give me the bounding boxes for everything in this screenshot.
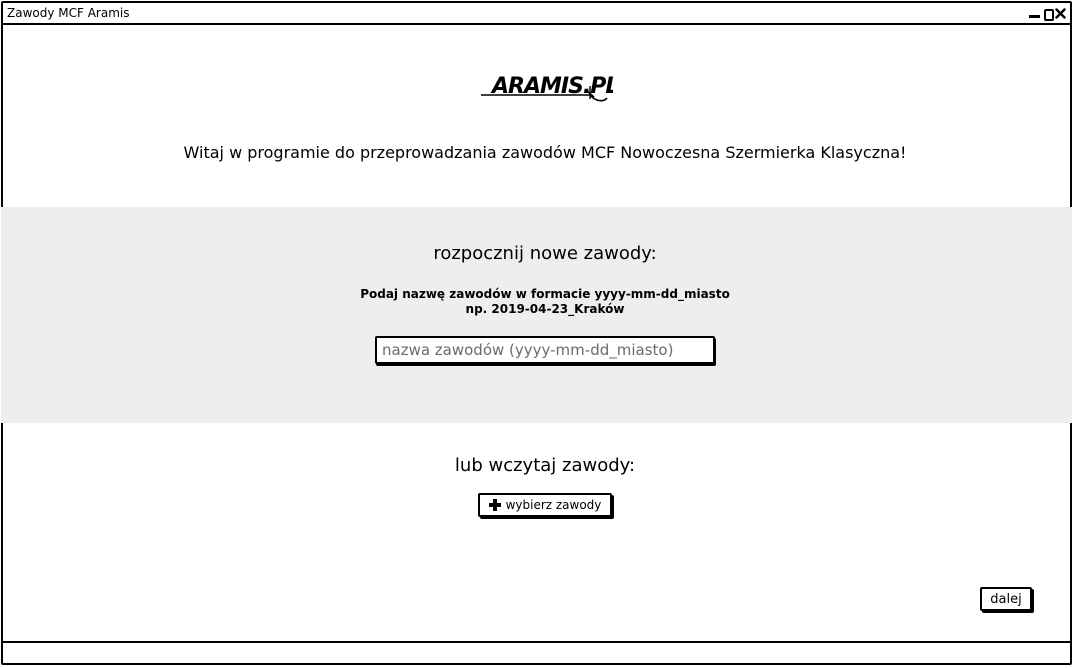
name-format-instruction: Podaj nazwę zawodów w formacie yyyy-mm-d… xyxy=(0,287,1075,317)
new-competition-title: rozpocznij nowe zawody: xyxy=(433,243,657,264)
minimize-icon[interactable] xyxy=(1029,8,1040,19)
choose-competition-button[interactable]: wybierz zawody xyxy=(478,493,612,517)
next-button[interactable]: dalej xyxy=(980,587,1032,611)
welcome-text: Witaj w programie do przeprowadzania zaw… xyxy=(183,143,907,162)
window-controls xyxy=(1029,6,1066,21)
load-competition-title: lub wczytaj zawody: xyxy=(454,455,636,476)
competition-name-input[interactable] xyxy=(375,336,715,364)
window-title: Zawody MCF Aramis xyxy=(7,6,130,20)
instruction-line-example: np. 2019-04-23_Kraków xyxy=(465,302,625,316)
close-icon[interactable] xyxy=(1055,8,1066,19)
instruction-line-format: Podaj nazwę zawodów w formacie yyyy-mm-d… xyxy=(360,287,730,301)
aramis-logo: ARAMIS.PL xyxy=(481,74,613,102)
title-bar: Zawody MCF Aramis xyxy=(3,3,1070,25)
status-bar xyxy=(3,641,1070,663)
plus-icon xyxy=(488,499,501,511)
maximize-icon[interactable] xyxy=(1042,8,1054,21)
choose-competition-label: wybierz zawody xyxy=(505,498,602,512)
next-button-label: dalej xyxy=(990,591,1022,607)
